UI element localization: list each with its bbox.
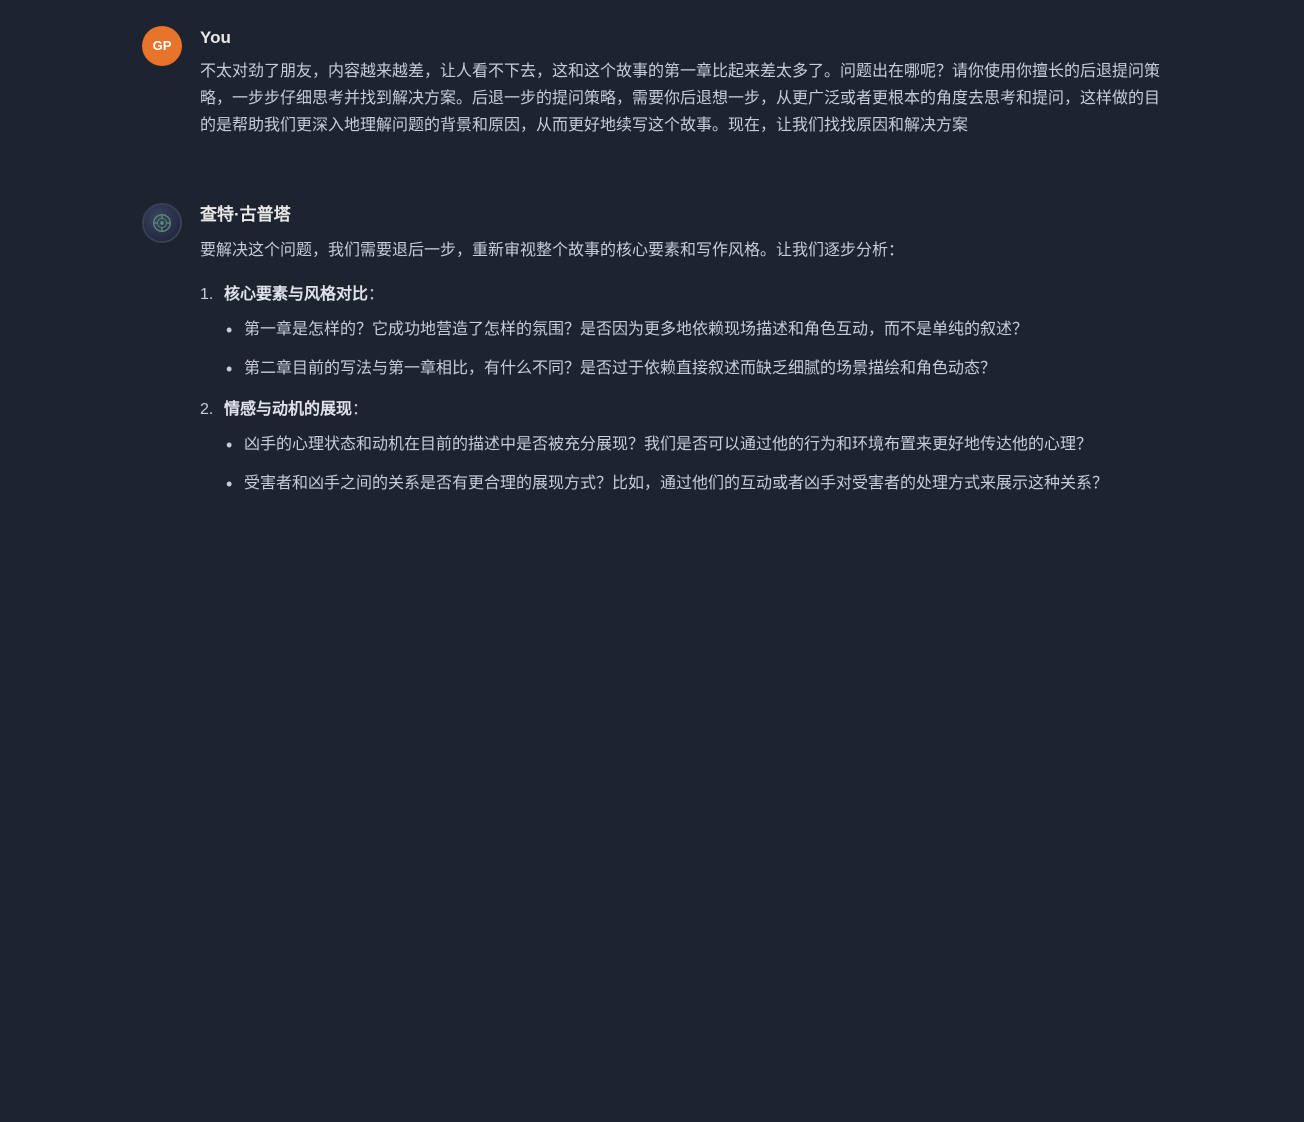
user-name: You <box>200 24 1162 52</box>
bullet-item-1-0: 第一章是怎样的？它成功地营造了怎样的氛围？是否因为更多地依赖现场描述和角色互动，… <box>228 316 1162 343</box>
numbered-item-2: 2. 情感与动机的展现： 凶手的心理状态和动机在目前的描述中是否被充分展现？我们… <box>200 397 1162 498</box>
bullet-item-2-1: 受害者和凶手之间的关系是否有更合理的展现方式？比如，通过他们的互动或者凶手对受害… <box>228 470 1162 497</box>
bullet-item-1-1: 第二章目前的写法与第一章相比，有什么不同？是否过于依赖直接叙述而缺乏细腻的场景描… <box>228 355 1162 382</box>
ai-message-block: 查特·古普塔 要解决这个问题，我们需要退后一步，重新审视整个故事的核心要素和写作… <box>142 201 1162 512</box>
title-bold-1: 核心要素与风格对比 <box>224 286 368 303</box>
bullet-item-2-0: 凶手的心理状态和动机在目前的描述中是否被充分展现？我们是否可以通过他的行为和环境… <box>228 431 1162 458</box>
numbered-item-1: 1. 核心要素与风格对比： 第一章是怎样的？它成功地营造了怎样的氛围？是否因为更… <box>200 282 1162 383</box>
user-avatar: GP <box>142 26 182 66</box>
ai-numbered-list: 1. 核心要素与风格对比： 第一章是怎样的？它成功地营造了怎样的氛围？是否因为更… <box>200 282 1162 498</box>
ai-intro-text: 要解决这个问题，我们需要退后一步，重新审视整个故事的核心要素和写作风格。让我们逐… <box>200 237 1162 264</box>
chat-container: GP You 不太对劲了朋友，内容越来越差，让人看不下去，这和这个故事的第一章比… <box>102 0 1202 575</box>
user-message-content: You 不太对劲了朋友，内容越来越差，让人看不下去，这和这个故事的第一章比起来差… <box>200 24 1162 140</box>
ai-avatar <box>142 203 182 243</box>
ai-response-section: 要解决这个问题，我们需要退后一步，重新审视整个故事的核心要素和写作风格。让我们逐… <box>200 237 1162 498</box>
user-message-text: 不太对劲了朋友，内容越来越差，让人看不下去，这和这个故事的第一章比起来差太多了。… <box>200 58 1162 140</box>
number-2: 2. <box>200 397 218 423</box>
title-suffix-1: ： <box>368 286 384 303</box>
message-divider <box>142 180 1162 181</box>
numbered-title-2: 2. 情感与动机的展现： <box>200 397 1162 423</box>
user-message-block: GP You 不太对劲了朋友，内容越来越差，让人看不下去，这和这个故事的第一章比… <box>142 24 1162 140</box>
number-1: 1. <box>200 282 218 308</box>
user-avatar-initials: GP <box>153 35 172 56</box>
ai-name: 查特·古普塔 <box>200 201 1162 229</box>
numbered-title-1: 1. 核心要素与风格对比： <box>200 282 1162 308</box>
bullet-list-1: 第一章是怎样的？它成功地营造了怎样的氛围？是否因为更多地依赖现场描述和角色互动，… <box>200 316 1162 382</box>
ai-avatar-inner <box>144 205 180 241</box>
title-bold-2: 情感与动机的展现 <box>224 401 352 418</box>
bullet-list-2: 凶手的心理状态和动机在目前的描述中是否被充分展现？我们是否可以通过他的行为和环境… <box>200 431 1162 497</box>
ai-message-content: 查特·古普塔 要解决这个问题，我们需要退后一步，重新审视整个故事的核心要素和写作… <box>200 201 1162 512</box>
ai-avatar-icon <box>151 212 173 234</box>
title-suffix-2: ： <box>352 401 368 418</box>
